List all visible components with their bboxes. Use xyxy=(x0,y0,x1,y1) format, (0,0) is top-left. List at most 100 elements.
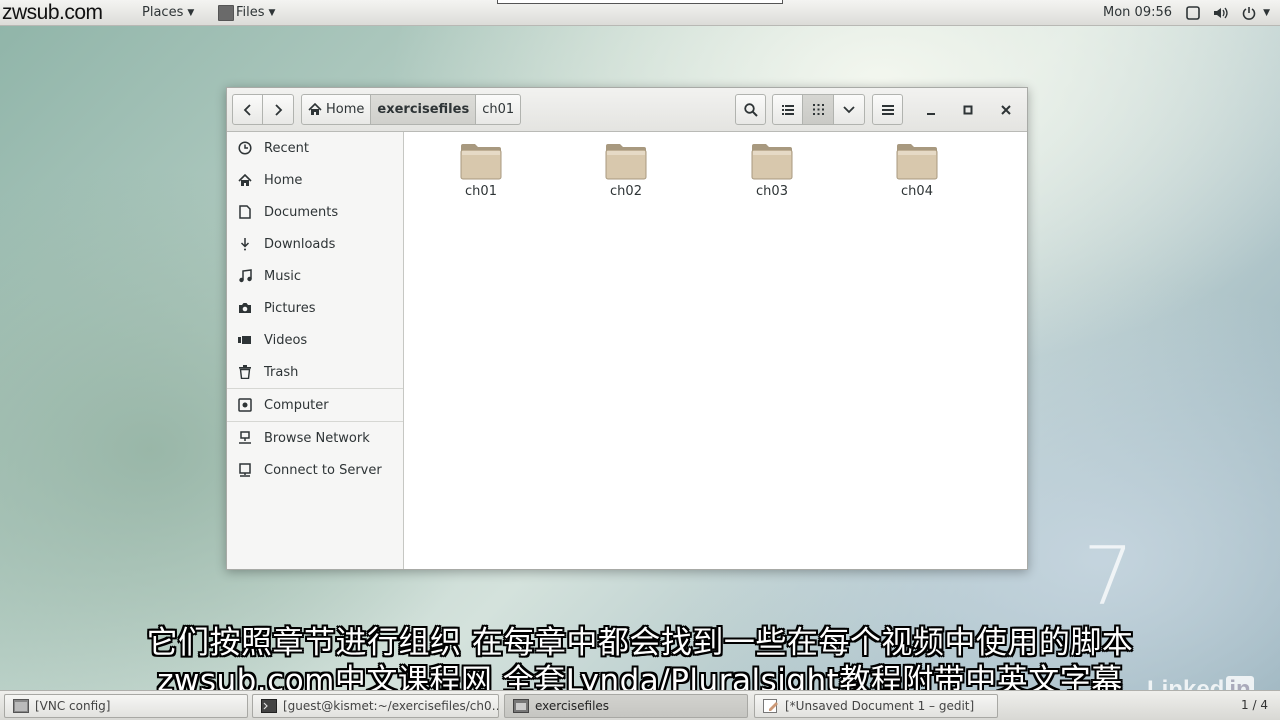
home-icon xyxy=(237,172,253,188)
hamburger-icon xyxy=(881,104,894,115)
clock-icon xyxy=(237,140,253,156)
task-label: [*Unsaved Document 1 – gedit] xyxy=(785,699,975,713)
menu-button[interactable] xyxy=(872,94,903,125)
folder-icon xyxy=(896,144,938,180)
folder-name: ch01 xyxy=(465,184,497,199)
close-icon xyxy=(1001,105,1011,115)
folder-icon xyxy=(460,144,502,180)
top-bar: zwsub.com Places ▼ Files ▼ Mon 09:56 ▼ xyxy=(0,0,1280,26)
desktop-logo-seven: 7 xyxy=(1083,530,1134,623)
folder-item[interactable]: ch03 xyxy=(727,142,817,212)
minimize-button[interactable] xyxy=(919,98,943,122)
chevron-left-icon xyxy=(243,103,251,116)
maximize-icon xyxy=(963,105,973,115)
crumb-home[interactable]: Home xyxy=(301,94,372,125)
clock[interactable]: Mon 09:56 xyxy=(1095,0,1180,26)
crumb-exercisefiles-label: exercisefiles xyxy=(377,102,470,117)
window-title-box xyxy=(497,0,783,4)
task-terminal[interactable]: [guest@kismet:~/exercisefiles/ch0… xyxy=(252,694,499,718)
folder-item[interactable]: ch01 xyxy=(436,142,526,212)
places-menu-label: Places xyxy=(142,5,184,20)
maximize-button[interactable] xyxy=(956,98,980,122)
file-grid: ch01 ch02 ch03 ch04 xyxy=(404,132,1027,569)
music-icon xyxy=(237,268,253,284)
list-view-button[interactable] xyxy=(772,94,803,125)
places-menu[interactable]: Places ▼ xyxy=(134,0,202,26)
crumb-ch01-label: ch01 xyxy=(482,102,515,117)
sidebar-item-music[interactable]: Music xyxy=(227,260,403,292)
task-gedit[interactable]: [*Unsaved Document 1 – gedit] xyxy=(754,694,998,718)
search-icon xyxy=(743,102,758,117)
search-button[interactable] xyxy=(735,94,766,125)
sidebar-item-label: Videos xyxy=(264,332,308,348)
files-app-menu[interactable]: Files ▼ xyxy=(210,0,283,26)
folder-item[interactable]: ch02 xyxy=(581,142,671,212)
terminal-icon xyxy=(261,699,277,713)
sidebar-item-documents[interactable]: Documents xyxy=(227,196,403,228)
sidebar-item-label: Music xyxy=(264,268,301,284)
folder-name: ch04 xyxy=(901,184,933,199)
task-label: [guest@kismet:~/exercisefiles/ch0… xyxy=(283,699,499,713)
task-vnc-config[interactable]: [VNC config] xyxy=(4,694,248,718)
back-button[interactable] xyxy=(232,94,263,125)
volume-icon[interactable] xyxy=(1213,5,1229,21)
window-icon[interactable] xyxy=(1185,5,1201,21)
home-icon xyxy=(308,103,322,116)
places-sidebar: Recent Home Documents Downloads Music Pi… xyxy=(227,132,404,569)
sidebar-item-label: Pictures xyxy=(264,300,316,316)
files-app-icon xyxy=(218,4,234,21)
folder-item[interactable]: ch04 xyxy=(872,142,962,212)
system-tray[interactable]: ▼ xyxy=(1185,0,1270,26)
computer-icon xyxy=(237,397,253,413)
workspace-pager[interactable]: 1 / 4 xyxy=(1241,698,1268,712)
folder-name: ch02 xyxy=(610,184,642,199)
task-label: exercisefiles xyxy=(535,699,610,713)
network-icon xyxy=(237,430,253,446)
list-icon xyxy=(781,104,794,115)
sidebar-item-computer[interactable]: Computer xyxy=(227,389,403,421)
grid-view-button[interactable] xyxy=(803,94,834,125)
sidebar-item-browse-network[interactable]: Browse Network xyxy=(227,422,403,454)
sidebar-item-downloads[interactable]: Downloads xyxy=(227,228,403,260)
sidebar-item-recent[interactable]: Recent xyxy=(227,132,403,164)
grid-icon xyxy=(812,104,824,115)
sidebar-item-label: Browse Network xyxy=(264,430,370,446)
close-button[interactable] xyxy=(994,98,1018,122)
folder-name: ch03 xyxy=(756,184,788,199)
task-exercisefiles[interactable]: exercisefiles xyxy=(504,694,748,718)
sidebar-item-home[interactable]: Home xyxy=(227,164,403,196)
sidebar-item-videos[interactable]: Videos xyxy=(227,324,403,356)
trash-icon xyxy=(237,364,253,380)
power-icon[interactable] xyxy=(1241,5,1257,21)
sidebar-item-connect-to-server[interactable]: Connect to Server xyxy=(227,454,403,486)
server-icon xyxy=(237,462,253,478)
folder-icon xyxy=(605,144,647,180)
minimize-icon xyxy=(927,113,935,115)
taskbar: [VNC config] [guest@kismet:~/exercisefil… xyxy=(0,690,1280,720)
caret-down-icon[interactable]: ▼ xyxy=(1263,8,1270,18)
window-content: Recent Home Documents Downloads Music Pi… xyxy=(227,132,1027,569)
view-options-button[interactable] xyxy=(834,94,865,125)
caret-down-icon: ▼ xyxy=(187,7,195,18)
video-icon xyxy=(237,332,253,348)
crumb-home-label: Home xyxy=(326,102,365,117)
document-icon xyxy=(237,204,253,220)
navigation-buttons xyxy=(232,94,294,125)
chevron-down-icon xyxy=(843,105,855,113)
header-bar: Home exercisefiles ch01 xyxy=(227,88,1027,132)
files-menu-label: Files xyxy=(236,5,265,20)
forward-button[interactable] xyxy=(263,94,294,125)
sidebar-item-label: Recent xyxy=(264,140,309,156)
sidebar-item-label: Home xyxy=(264,172,303,188)
sidebar-item-label: Trash xyxy=(264,364,299,380)
crumb-exercisefiles[interactable]: exercisefiles xyxy=(371,94,477,125)
window-thumbnail-icon xyxy=(13,699,29,713)
path-bar: Home exercisefiles ch01 xyxy=(301,94,522,125)
sidebar-item-label: Downloads xyxy=(264,236,336,252)
folder-icon xyxy=(751,144,793,180)
watermark-text: zwsub.com xyxy=(2,1,103,24)
crumb-ch01[interactable]: ch01 xyxy=(476,94,522,125)
sidebar-item-trash[interactable]: Trash xyxy=(227,356,403,388)
caret-down-icon: ▼ xyxy=(268,7,276,18)
sidebar-item-pictures[interactable]: Pictures xyxy=(227,292,403,324)
